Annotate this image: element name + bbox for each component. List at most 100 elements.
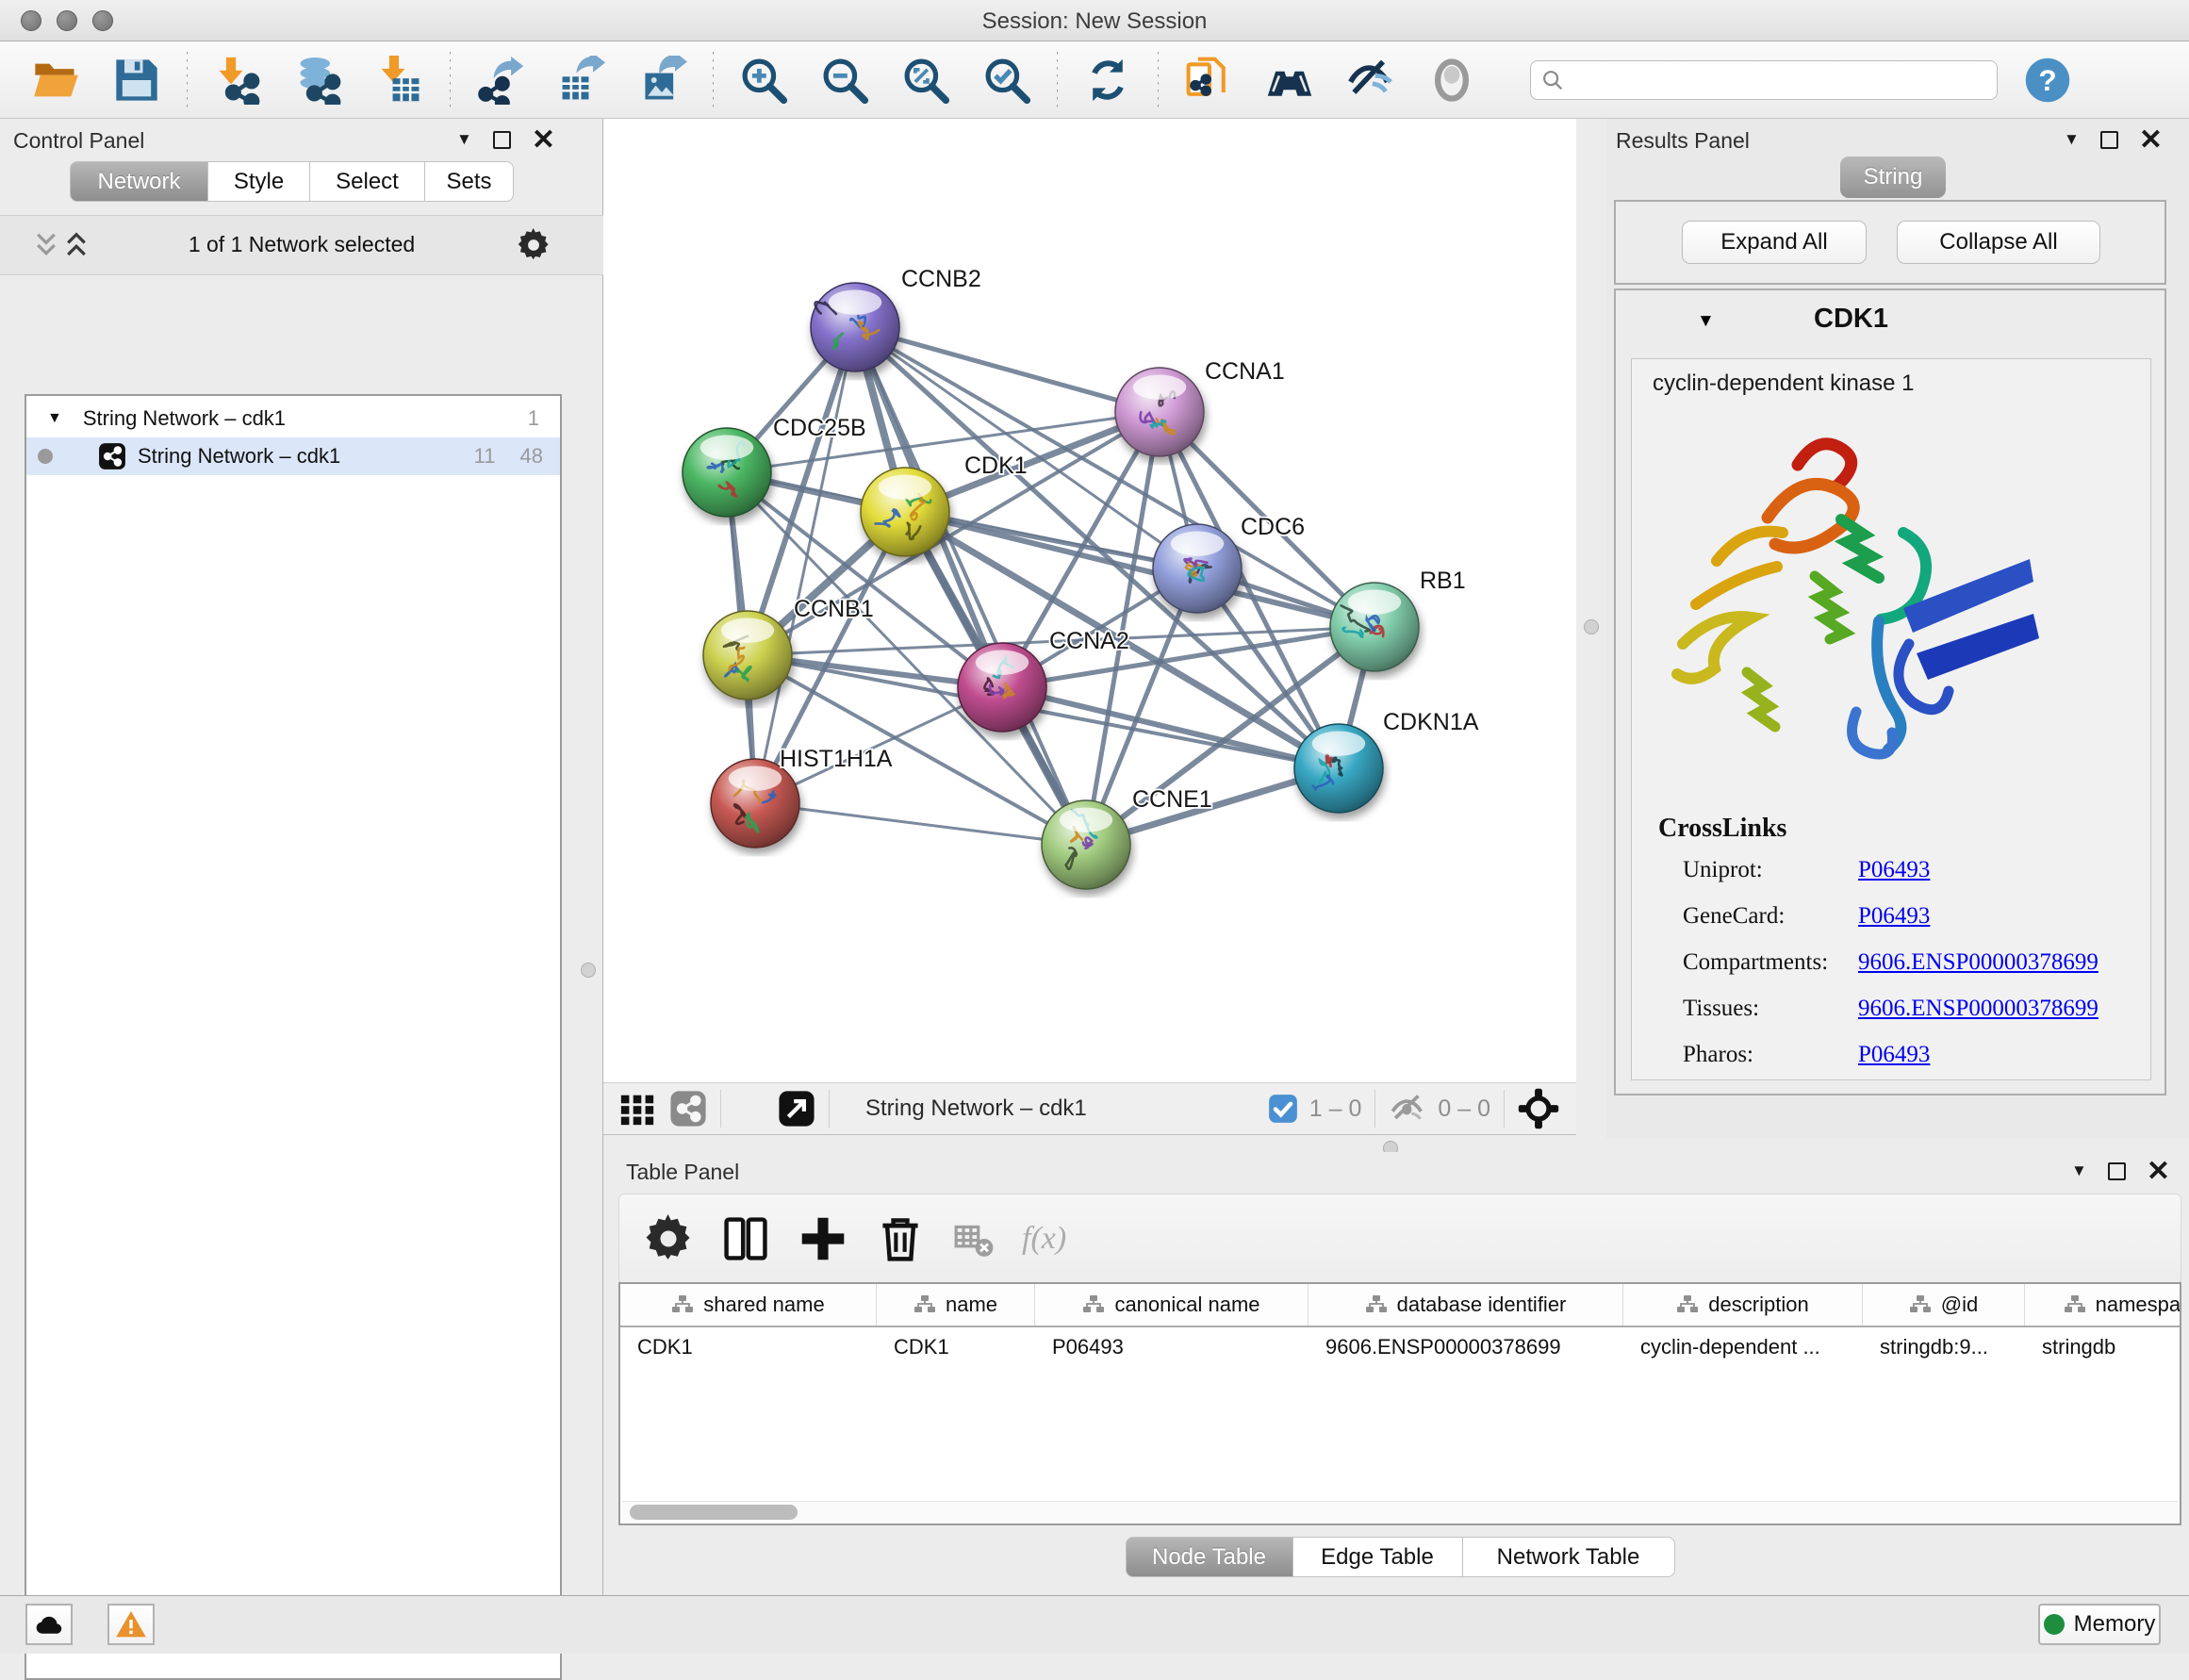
tab-network-table[interactable]: Network Table xyxy=(1463,1537,1675,1577)
crosslink-link[interactable]: P06493 xyxy=(1858,1042,1930,1068)
table-row[interactable]: CDK1CDK1P064939606.ENSP00000378699cyclin… xyxy=(620,1327,2180,1369)
show-all-button[interactable] xyxy=(1423,51,1481,109)
network-node-CCNB1[interactable] xyxy=(703,611,792,700)
column-header-description[interactable]: description xyxy=(1623,1284,1863,1326)
collapse-panel-icon[interactable]: ▼ xyxy=(2064,130,2080,149)
zoom-selected-button[interactable] xyxy=(978,51,1036,109)
network-node-CDKN1A[interactable] xyxy=(1294,724,1383,813)
network-node-CCNE1[interactable] xyxy=(1042,800,1130,889)
show-hide-button[interactable] xyxy=(1260,51,1319,109)
import-network-button[interactable] xyxy=(208,51,267,109)
network-collection-row[interactable]: ▼ String Network – cdk1 1 xyxy=(26,400,560,437)
save-session-button[interactable] xyxy=(107,51,166,109)
network-node-CCNA2[interactable] xyxy=(958,643,1046,732)
column-header-shared-name[interactable]: shared name xyxy=(620,1284,877,1326)
close-panel-icon[interactable]: ✕ xyxy=(2139,131,2163,149)
network-node-CDC6[interactable] xyxy=(1153,524,1242,613)
hide-selected-button[interactable] xyxy=(1341,51,1400,109)
splitter-handle[interactable] xyxy=(1584,619,1599,634)
network-row-selected[interactable]: String Network – cdk1 11 48 xyxy=(26,437,560,475)
help-button[interactable]: ? xyxy=(2018,51,2077,109)
export-image-button[interactable] xyxy=(634,51,692,109)
panel-splitter-handle[interactable] xyxy=(581,963,596,978)
close-panel-icon[interactable]: ✕ xyxy=(2147,1162,2170,1180)
collection-expand-icon[interactable]: ▼ xyxy=(47,410,62,427)
collapse-panel-icon[interactable]: ▼ xyxy=(456,130,472,149)
export-network-button[interactable] xyxy=(471,51,530,109)
zoom-out-button[interactable] xyxy=(815,51,874,109)
crosslink-link[interactable]: 9606.ENSP00000378699 xyxy=(1858,949,2098,976)
table-cell[interactable]: cyclin-dependent ... xyxy=(1623,1327,1863,1369)
copy-network-button[interactable] xyxy=(1179,51,1238,109)
results-entry-box: ▼ CDK1 cyclin-dependent kinase 1 CrossLi… xyxy=(1614,288,2166,1095)
tab-edge-table[interactable]: Edge Table xyxy=(1293,1537,1463,1577)
export-table-button[interactable] xyxy=(552,51,611,109)
table-options-gear-icon[interactable] xyxy=(644,1214,693,1263)
import-network-from-database-button[interactable] xyxy=(289,51,348,109)
column-header-namespace[interactable]: namespace xyxy=(2025,1284,2181,1326)
network-node-CDC25B[interactable] xyxy=(683,428,771,517)
float-panel-icon[interactable] xyxy=(2100,131,2118,149)
first-neighbors-button[interactable] xyxy=(1078,51,1137,109)
network-node-CCNA1[interactable] xyxy=(1115,368,1204,456)
show-columns-icon[interactable] xyxy=(721,1214,770,1263)
search-input[interactable] xyxy=(1572,68,1987,92)
close-panel-icon[interactable]: ✕ xyxy=(532,131,555,149)
table-cell[interactable]: stringdb xyxy=(2025,1327,2181,1369)
entry-collapse-icon[interactable]: ▼ xyxy=(1697,311,1715,332)
network-view-icon[interactable] xyxy=(669,1090,707,1128)
table-cell[interactable]: CDK1 xyxy=(620,1327,877,1369)
crosslink-link[interactable]: 9606.ENSP00000378699 xyxy=(1858,996,2098,1022)
scrollbar-thumb[interactable] xyxy=(630,1505,798,1520)
birds-eye-view-icon[interactable] xyxy=(1518,1088,1559,1129)
network-canvas[interactable]: CCNB2CCNA1CDC25BCDK1CDC6RB1CCNB1CCNA2CDK… xyxy=(603,119,1576,1082)
collapse-all-button[interactable]: Collapse All xyxy=(1897,221,2100,264)
tab-node-table[interactable]: Node Table xyxy=(1126,1537,1293,1577)
gene-details: cyclin-dependent kinase 1 CrossLinks Uni… xyxy=(1631,358,2151,1080)
cloud-status-button[interactable] xyxy=(25,1604,73,1645)
grid-view-icon[interactable] xyxy=(618,1090,656,1128)
float-panel-icon[interactable] xyxy=(493,131,511,149)
table-cell[interactable]: stringdb:9... xyxy=(1863,1327,2025,1369)
network-edge-CCNE1-HIST1H1A[interactable] xyxy=(755,803,1086,845)
network-node-CDK1[interactable] xyxy=(861,468,949,556)
search-field[interactable] xyxy=(1530,60,1998,100)
network-node-RB1[interactable] xyxy=(1330,583,1419,671)
table-horizontal-scrollbar[interactable] xyxy=(622,1501,2178,1522)
expand-all-button[interactable]: Expand All xyxy=(1682,221,1867,264)
selected-checkbox-icon[interactable] xyxy=(1268,1094,1298,1124)
warnings-button[interactable] xyxy=(107,1604,155,1645)
import-table-button[interactable] xyxy=(370,51,429,109)
vertical-splitter[interactable] xyxy=(1576,119,1606,1139)
add-column-icon[interactable] xyxy=(798,1214,848,1263)
tab-sets[interactable]: Sets xyxy=(425,161,514,202)
network-view-toolbar: String Network – cdk1 1 – 0 0 – 0 xyxy=(603,1082,1576,1135)
network-edge-CCNB2-HIST1H1A[interactable] xyxy=(755,327,855,803)
collapse-panel-icon[interactable]: ▼ xyxy=(2071,1161,2087,1180)
zoom-fit-button[interactable] xyxy=(897,51,955,109)
network-options-gear-icon[interactable] xyxy=(517,228,551,262)
delete-column-icon[interactable] xyxy=(876,1214,925,1263)
crosslink-link[interactable]: P06493 xyxy=(1858,903,1930,930)
toolbar-separator xyxy=(187,52,188,108)
detach-view-icon[interactable] xyxy=(778,1090,815,1128)
column-header-name[interactable]: name xyxy=(877,1284,1035,1326)
tab-string[interactable]: String xyxy=(1840,156,1946,198)
table-cell[interactable]: 9606.ENSP00000378699 xyxy=(1308,1327,1623,1369)
network-node-HIST1H1A[interactable] xyxy=(711,759,799,848)
column-header-canonical-name[interactable]: canonical name xyxy=(1035,1284,1308,1326)
zoom-in-button[interactable] xyxy=(734,51,793,109)
table-cell[interactable]: CDK1 xyxy=(877,1327,1035,1369)
tab-network[interactable]: Network xyxy=(70,161,208,202)
crosslink-link[interactable]: P06493 xyxy=(1858,857,1930,883)
node-label-CCNA1: CCNA1 xyxy=(1205,358,1285,385)
table-cell[interactable]: P06493 xyxy=(1035,1327,1308,1369)
tab-select[interactable]: Select xyxy=(310,161,425,202)
tab-style[interactable]: Style xyxy=(208,161,310,202)
memory-button[interactable]: Memory xyxy=(2038,1604,2161,1645)
open-session-button[interactable] xyxy=(26,51,85,109)
float-panel-icon[interactable] xyxy=(2108,1162,2126,1180)
network-node-CCNB2[interactable] xyxy=(811,283,899,371)
column-header--id[interactable]: @id xyxy=(1863,1284,2025,1326)
column-header-database-identifier[interactable]: database identifier xyxy=(1308,1284,1623,1326)
